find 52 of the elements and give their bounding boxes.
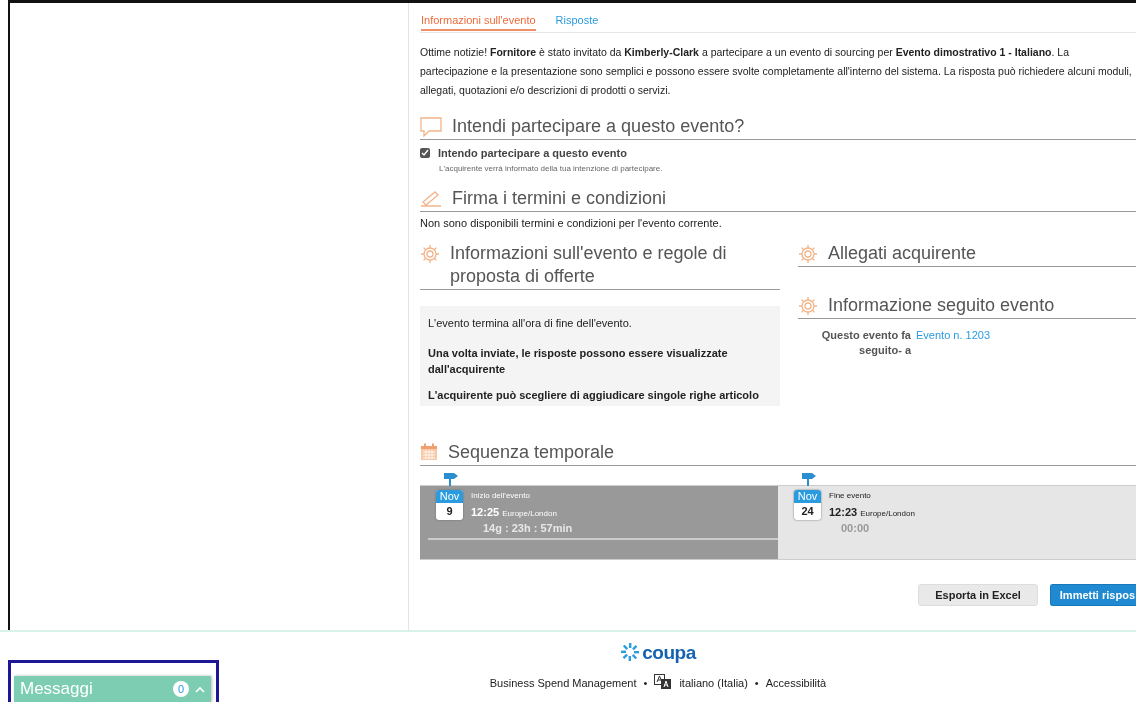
event-time: 12:23	[829, 506, 858, 518]
rule-text: L'evento termina all'ora di fine dell'evento.	[428, 316, 633, 331]
gear-icon	[798, 296, 818, 316]
countdown: 14g : 23h : 57min	[483, 522, 573, 534]
event-title: Inizio dell'evento	[471, 491, 531, 500]
section-heading: Allegati acquirente	[828, 242, 977, 265]
countdown: 00:00	[841, 522, 871, 534]
caret-up-icon	[195, 686, 205, 693]
day-label: 24	[800, 504, 815, 519]
separator-dot: •	[754, 677, 759, 689]
month-label: Nov	[436, 490, 463, 503]
field-label: Questo evento fa seguito- a	[820, 328, 911, 358]
rule-text: Una volta inviate, le risposte possono essere visualizzate dall'acquirente	[428, 346, 729, 377]
gear-icon	[798, 244, 818, 264]
submit-button[interactable]: Immetti rispos	[1049, 584, 1136, 606]
separator-dot: •	[643, 677, 648, 689]
footer-link[interactable]: italiano (Italia)	[679, 677, 748, 689]
snowflake-icon	[620, 642, 641, 662]
translate-icon	[654, 674, 673, 690]
info-text: Non sono disponibili termini e condizioni per l'evento corrente.	[420, 217, 723, 229]
event-time: 12:25	[471, 506, 500, 518]
export-button[interactable]: Esporta in Excel	[918, 584, 1038, 606]
section-heading: Informazioni sull'evento e regole di proposta di offerte	[450, 242, 728, 288]
timezone-label: Europe/London	[502, 509, 557, 518]
signpost-icon	[444, 473, 458, 486]
day-label: 9	[445, 504, 454, 519]
tab[interactable]: Risposte	[555, 14, 599, 31]
section-heading: Firma i termini e condizioni	[452, 187, 667, 210]
messages-label: Messaggi	[20, 679, 94, 699]
checkbox-label: Intendo partecipare a questo evento	[438, 147, 627, 159]
hint-text: L'acquirente verrà informato della tua intenzione di partecipare.	[439, 164, 664, 173]
footer-link[interactable]: Accessibilità	[765, 677, 827, 689]
speech-bubble-icon	[420, 117, 442, 137]
timezone-label: Europe/London	[860, 509, 915, 518]
month-label: Nov	[794, 490, 821, 503]
gear-icon	[420, 244, 440, 264]
section-heading: Intendi partecipare a questo evento?	[452, 115, 745, 138]
signpost-icon	[802, 473, 816, 486]
checkbox[interactable]	[420, 148, 430, 158]
invitation-text: Ottime notizie! Fornitore è stato invitato da Kimberly-Clark a partecipare a un evento di sourcing per Evento dimostrativo 1 - Italiano. La partecipazione e la presentazione sono semplici e possono essere svolte completamente all'interno del sistema. La risposta può richiedere alcuni moduli, allegati, quotazioni e/o descrizioni di prodotti o servizi.	[420, 45, 1133, 98]
pen-icon	[420, 189, 442, 207]
section-heading: Sequenza temporale	[448, 441, 615, 464]
section-heading: Informazione seguito evento	[828, 294, 1055, 317]
event-title: Fine evento	[829, 491, 872, 500]
logo-text: coupa	[642, 642, 696, 664]
messages-panel[interactable]: Messaggi 0	[14, 676, 211, 702]
footer-link[interactable]: Business Spend Management	[489, 677, 637, 689]
rule-text: L'acquirente può scegliere di aggiudicare singole righe articolo	[428, 388, 760, 403]
tab[interactable]: Informazioni sull'evento	[421, 14, 536, 31]
count-badge: 0	[173, 681, 189, 697]
calendar-icon	[420, 443, 438, 461]
event-link[interactable]: Evento n. 1203	[916, 328, 990, 358]
